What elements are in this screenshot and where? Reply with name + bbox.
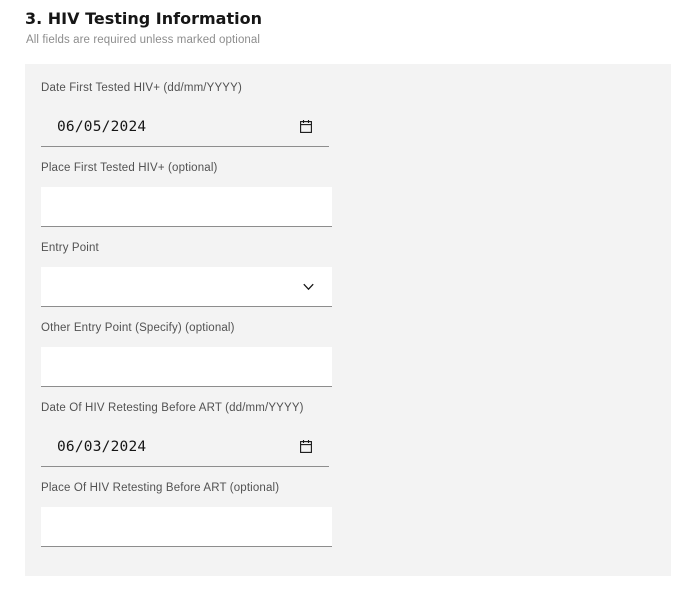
hiv-testing-form-panel: Date First Tested HIV+ (dd/mm/YYYY) 06/0…: [25, 64, 671, 576]
section-subtitle: All fields are required unless marked op…: [26, 34, 261, 46]
entry-point-label: Entry Point: [41, 242, 99, 254]
other-entry-point-label: Other Entry Point (Specify) (optional): [41, 322, 235, 334]
place-retesting-label: Place Of HIV Retesting Before ART (optio…: [41, 482, 280, 494]
section-title: 3. HIV Testing Information: [25, 9, 262, 28]
date-first-tested-label: Date First Tested HIV+ (dd/mm/YYYY): [41, 82, 242, 94]
other-entry-point-input[interactable]: [41, 347, 332, 387]
entry-point-select[interactable]: [41, 267, 332, 307]
calendar-icon[interactable]: [300, 440, 312, 453]
date-retesting-input[interactable]: 06/03/2024: [41, 427, 329, 467]
calendar-icon[interactable]: [300, 120, 312, 133]
chevron-down-icon: [303, 283, 314, 291]
date-first-tested-input[interactable]: 06/05/2024: [41, 107, 329, 147]
place-first-tested-input[interactable]: [41, 187, 332, 227]
date-retesting-label: Date Of HIV Retesting Before ART (dd/mm/…: [41, 402, 304, 414]
place-retesting-input[interactable]: [41, 507, 332, 547]
date-retesting-value: 06/03/2024: [57, 439, 147, 455]
date-first-tested-value: 06/05/2024: [57, 119, 147, 135]
place-first-tested-label: Place First Tested HIV+ (optional): [41, 162, 218, 174]
